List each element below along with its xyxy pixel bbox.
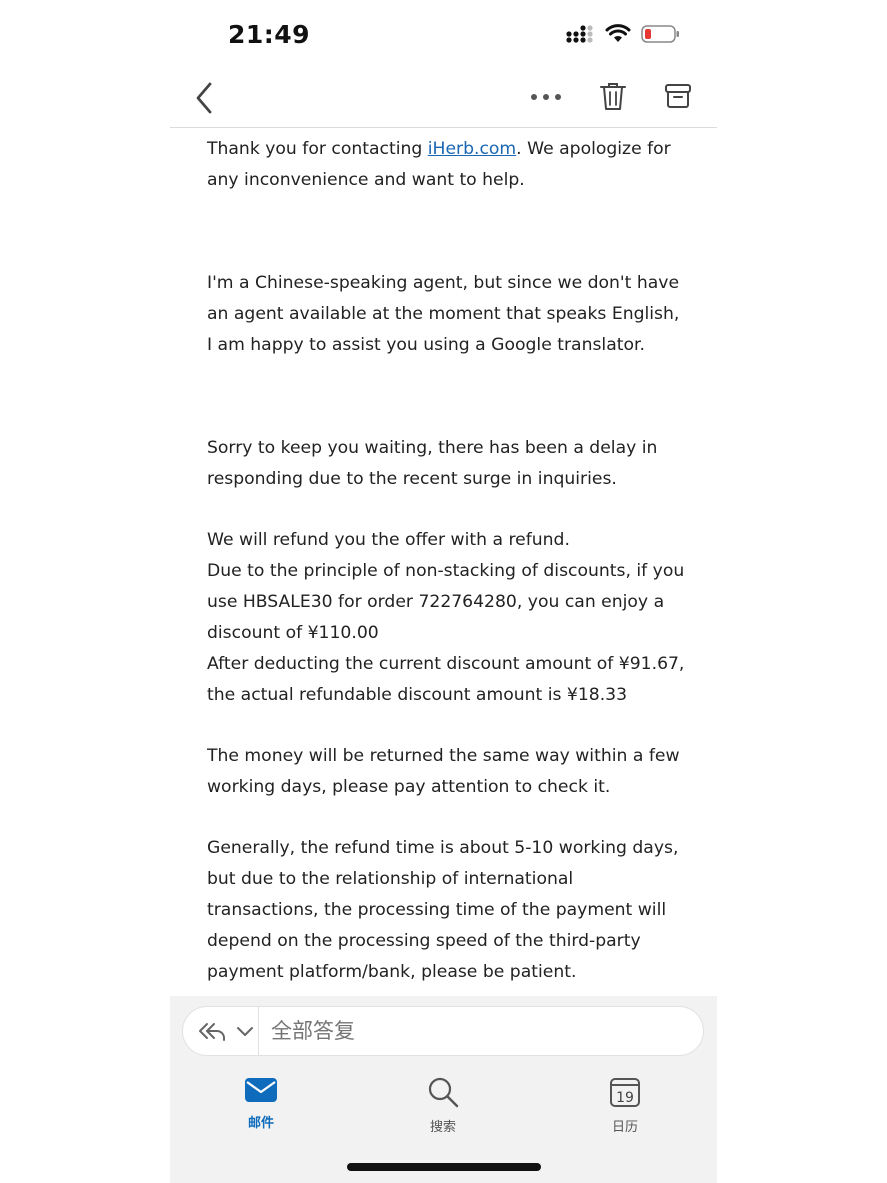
search-icon: [428, 1077, 459, 1108]
reply-divider: [258, 1007, 259, 1055]
cellular-signal-icon: [566, 25, 593, 43]
tab-calendar[interactable]: 19 日历: [585, 1076, 665, 1135]
calendar-icon: 19: [610, 1078, 640, 1107]
mail-icon: [245, 1078, 277, 1102]
reply-all-icon[interactable]: [197, 1019, 227, 1043]
calendar-day-number: 19: [616, 1090, 634, 1106]
email-paragraph-refund-line: Due to the principle of non-stacking of …: [207, 561, 685, 643]
chevron-left-icon[interactable]: [192, 80, 216, 116]
tab-label: 日历: [611, 1120, 638, 1135]
status-icons: [565, 24, 681, 44]
email-paragraph-greeting: Thank you for contacting iHerb.com. We a…: [207, 139, 671, 190]
email-paragraph-agent: I'm a Chinese-speaking agent, but since …: [207, 273, 680, 355]
trash-icon[interactable]: [598, 80, 628, 112]
email-paragraph-timeline: Generally, the refund time is about 5-10…: [207, 838, 679, 982]
home-indicator: [347, 1163, 541, 1171]
email-body: Thank you for contacting iHerb.com. We a…: [207, 134, 687, 988]
mail-app-screen: 21:49 Thank you for contacting iHerb.com…: [170, 0, 717, 1183]
tab-label: 邮件: [247, 1116, 274, 1131]
archive-icon[interactable]: [664, 82, 692, 110]
status-time: 21:49: [228, 20, 311, 49]
ellipsis-icon[interactable]: [528, 84, 564, 110]
battery-icon: [641, 25, 679, 43]
email-paragraph-refund-line: After deducting the current discount amo…: [207, 654, 685, 705]
chevron-down-icon[interactable]: [235, 1019, 255, 1043]
tab-mail[interactable]: 邮件: [221, 1076, 301, 1131]
email-paragraph-delay: Sorry to keep you waiting, there has bee…: [207, 438, 658, 489]
status-bar: 21:49: [170, 0, 717, 70]
tab-label: 搜索: [429, 1120, 456, 1135]
bottom-bar: 邮件 搜索 19 日历: [170, 996, 717, 1183]
tab-search[interactable]: 搜索: [403, 1076, 483, 1135]
reply-actions: [197, 1019, 255, 1043]
email-toolbar: [170, 70, 717, 128]
reply-all-input[interactable]: [271, 1007, 691, 1055]
email-paragraph-return: The money will be returned the same way …: [207, 746, 680, 797]
wifi-icon: [605, 24, 631, 42]
reply-bar: [182, 1006, 704, 1056]
email-paragraph-refund-line: We will refund you the offer with a refu…: [207, 530, 570, 550]
iherb-link[interactable]: iHerb.com: [428, 139, 516, 159]
